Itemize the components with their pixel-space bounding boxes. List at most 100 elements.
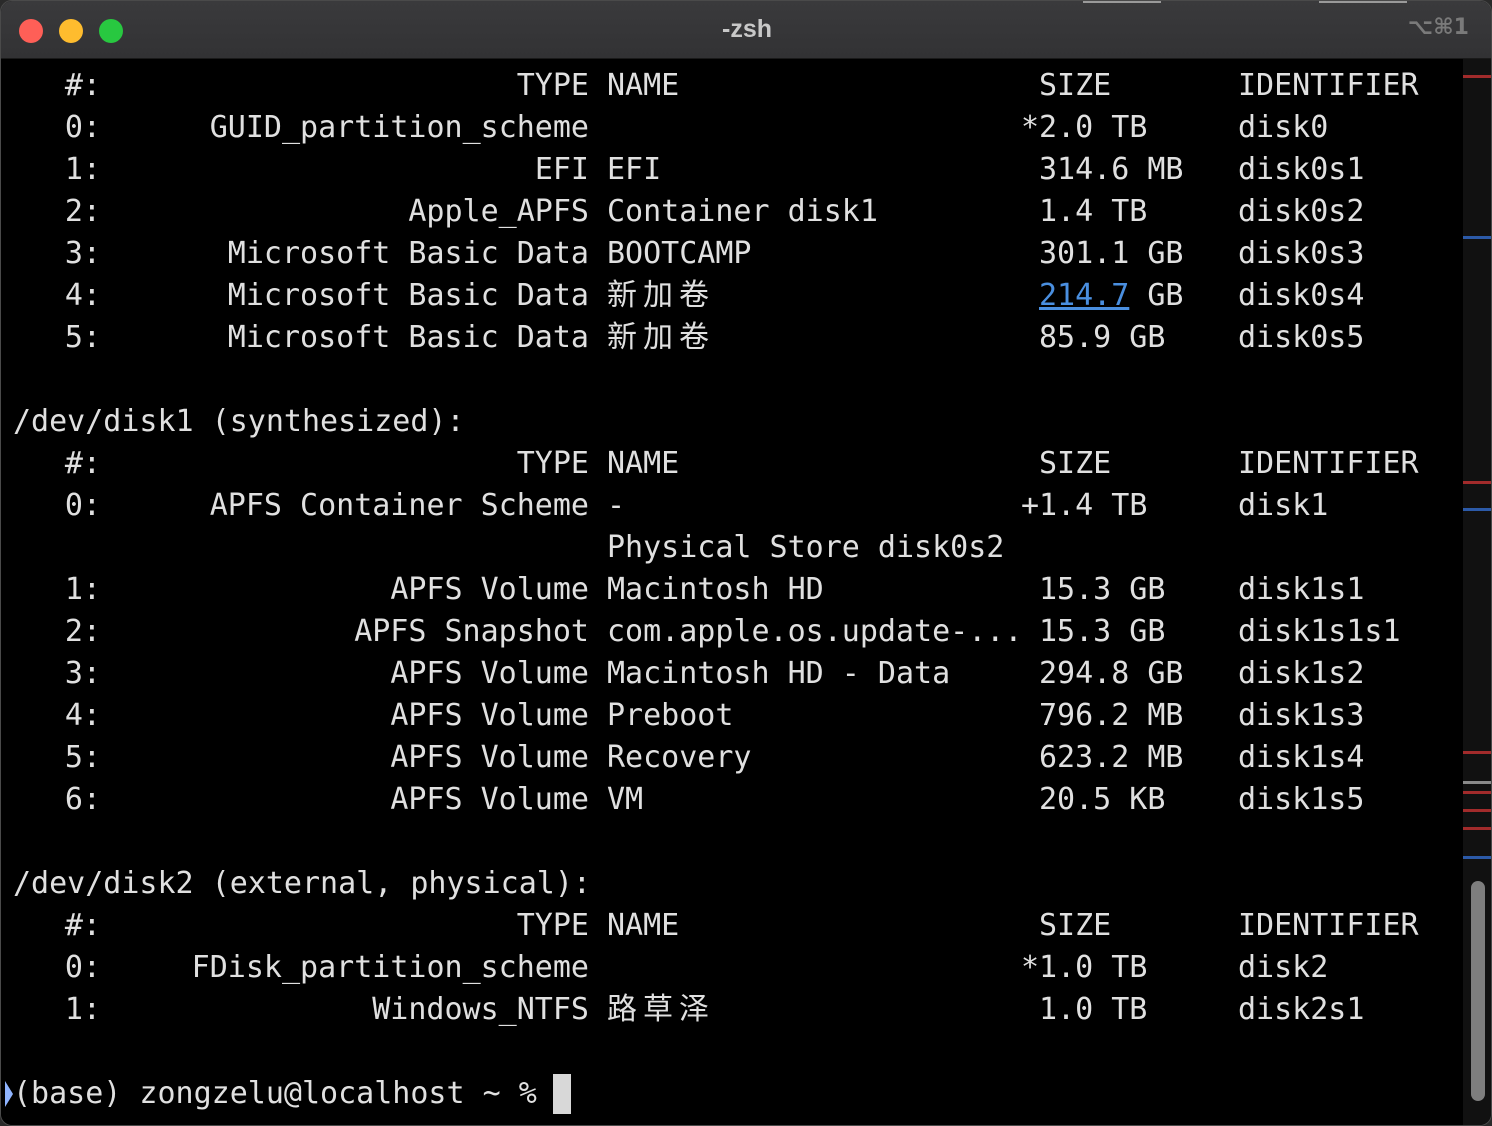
partition-name: Recovery <box>607 740 752 775</box>
table-row: 3: Microsoft Basic Data BOOTCAMP 301.1 GB di… <box>1 233 1463 275</box>
partition-size: 294.8 GB <box>1039 656 1184 691</box>
scroll-mark <box>1463 827 1491 830</box>
partition-type: TYPE <box>516 446 589 481</box>
table-row: 0: GUID_partition_scheme *2.0 TB disk0 <box>1 107 1463 149</box>
partition-size: *1.0 TB <box>1021 950 1148 985</box>
partition-type: APFS Volume <box>390 740 589 775</box>
partition-identifier: disk1s1 <box>1238 572 1365 607</box>
window-shortcut-label: ⌥⌘1 <box>1407 15 1469 40</box>
partition-identifier: disk2s1 <box>1238 992 1365 1027</box>
partition-number: 2: <box>64 194 101 229</box>
partition-name: Container disk1 <box>607 194 878 229</box>
partition-identifier: disk0s1 <box>1238 152 1365 187</box>
partition-size[interactable]: 214.7 GB <box>1039 275 1184 317</box>
partition-number: 1: <box>64 152 101 187</box>
partition-identifier: disk0s4 <box>1238 278 1365 313</box>
terminal-output[interactable]: #: TYPE NAME SIZE IDENTIFIER 0: GUID_partition… <box>1 59 1463 1125</box>
partition-identifier: disk1s2 <box>1238 656 1365 691</box>
partition-identifier: disk0s3 <box>1238 236 1365 271</box>
partition-name: Preboot <box>607 698 734 733</box>
table-row: 0: APFS Container Scheme - +1.4 TB disk1 <box>1 485 1463 527</box>
partition-size: 1.0 TB <box>1039 992 1148 1027</box>
partition-number: 1: <box>64 572 101 607</box>
table-header-row: #: TYPE NAME SIZE IDENTIFIER <box>1 905 1463 947</box>
section-title-text: /dev/disk2 (external, physical): <box>13 866 591 901</box>
partition-number: 4: <box>64 278 101 313</box>
prompt-text: (base) zongzelu@localhost ~ % <box>13 1076 537 1111</box>
scroll-mark <box>1463 809 1491 812</box>
partition-name: Macintosh HD - Data <box>607 656 951 691</box>
scroll-mark <box>1463 481 1491 484</box>
table-header-row: #: TYPE NAME SIZE IDENTIFIER <box>1 443 1463 485</box>
table-row: 1: Windows_NTFS 路草泽 1.0 TB disk2s1 <box>1 989 1463 1031</box>
partition-size: +1.4 TB <box>1021 488 1148 523</box>
partition-number: 5: <box>64 740 101 775</box>
tab-indicator <box>1083 1 1161 3</box>
partition-name: BOOTCAMP <box>607 236 752 271</box>
table-row: 6: APFS Volume VM 20.5 KB disk1s5 <box>1 779 1463 821</box>
partition-identifier: disk0 <box>1238 110 1329 145</box>
partition-name: EFI <box>607 152 662 187</box>
tab-indicator <box>1319 1 1407 3</box>
partition-size: 314.6 MB <box>1039 152 1184 187</box>
partition-type: APFS Volume <box>390 698 589 733</box>
partition-number: 0: <box>64 950 101 985</box>
table-row: 1: EFI EFI 314.6 MB disk0s1 <box>1 149 1463 191</box>
partition-number: 4: <box>64 698 101 733</box>
table-row: 5: Microsoft Basic Data 新加卷 85.9 GB disk0s5 <box>1 317 1463 359</box>
partition-type: TYPE <box>516 68 589 103</box>
partition-number: 0: <box>64 488 101 523</box>
table-row: 0: FDisk_partition_scheme *1.0 TB disk2 <box>1 947 1463 989</box>
partition-type: GUID_partition_scheme <box>209 110 589 145</box>
prompt-marker-icon <box>5 1081 13 1107</box>
partition-identifier: disk1 <box>1238 488 1329 523</box>
size-unit: GB <box>1147 278 1184 313</box>
partition-name: VM <box>607 782 644 817</box>
partition-name: 新加卷 <box>607 320 715 355</box>
partition-type: Microsoft Basic Data <box>227 278 589 313</box>
partition-type: Apple_APFS <box>408 194 589 229</box>
text-cursor <box>553 1074 571 1114</box>
scroll-mark <box>1463 508 1491 511</box>
partition-size: 20.5 KB <box>1039 782 1166 817</box>
scroll-mark <box>1463 236 1491 239</box>
partition-type: EFI <box>534 152 589 187</box>
partition-name: com.apple.os.update-... <box>607 614 1023 649</box>
table-header-row: #: TYPE NAME SIZE IDENTIFIER <box>1 65 1463 107</box>
partition-name: Macintosh HD <box>607 572 824 607</box>
partition-name: Physical Store disk0s2 <box>607 530 1005 565</box>
table-row: 2: APFS Snapshot com.apple.os.update-... 15… <box>1 611 1463 653</box>
partition-identifier: disk1s3 <box>1238 698 1365 733</box>
partition-size: 301.1 GB <box>1039 236 1184 271</box>
scroll-mark <box>1463 791 1491 794</box>
partition-type: APFS Volume <box>390 656 589 691</box>
partition-type: Microsoft Basic Data <box>227 236 589 271</box>
table-row: 5: APFS Volume Recovery 623.2 MB disk1s4 <box>1 737 1463 779</box>
table-row: Physical Store disk0s2 <box>1 527 1463 569</box>
partition-name: NAME <box>607 908 680 943</box>
partition-identifier: IDENTIFIER <box>1238 446 1419 481</box>
partition-type: Microsoft Basic Data <box>227 320 589 355</box>
scroll-mark <box>1463 856 1491 859</box>
shell-prompt[interactable]: (base) zongzelu@localhost ~ % <box>1 1073 1463 1115</box>
partition-number: 2: <box>64 614 101 649</box>
table-row: 3: APFS Volume Macintosh HD - Data 294.8 GB… <box>1 653 1463 695</box>
partition-number: #: <box>64 908 101 943</box>
partition-identifier: disk2 <box>1238 950 1329 985</box>
table-row: 4: Microsoft Basic Data 新加卷 214.7 GB disk0s4 <box>1 275 1463 317</box>
partition-number: #: <box>64 446 101 481</box>
title-bar[interactable]: -zsh ⌥⌘1 <box>1 1 1491 59</box>
partition-type: FDisk_partition_scheme <box>191 950 589 985</box>
partition-size: 623.2 MB <box>1039 740 1184 775</box>
partition-type: APFS Snapshot <box>354 614 589 649</box>
section-title: /dev/disk2 (external, physical): <box>1 863 1463 905</box>
scroll-mark <box>1463 75 1491 78</box>
partition-name: 新加卷 <box>607 278 715 313</box>
section-title: /dev/disk1 (synthesized): <box>1 401 1463 443</box>
partition-type: Windows_NTFS <box>372 992 589 1027</box>
partition-size: 85.9 GB <box>1039 320 1166 355</box>
size-link[interactable]: 214.7 <box>1039 278 1129 313</box>
partition-type: APFS Volume <box>390 782 589 817</box>
scrollbar-thumb[interactable] <box>1471 881 1485 1101</box>
partition-number: 6: <box>64 782 101 817</box>
